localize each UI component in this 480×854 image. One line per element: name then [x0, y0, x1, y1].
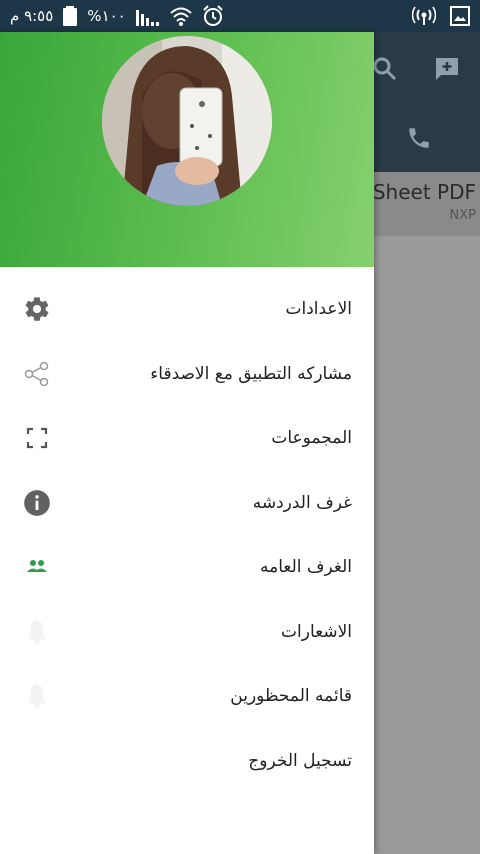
menu-item-share-app[interactable]: مشاركه التطبيق مع الاصدقاء [0, 342, 374, 407]
avatar[interactable] [102, 36, 272, 206]
drawer-header [0, 32, 374, 267]
new-chat-icon[interactable] [434, 56, 460, 86]
hotspot-icon [412, 6, 436, 26]
bell-icon [22, 617, 52, 647]
menu-item-label: الاشعارات [281, 621, 352, 642]
menu-item-label: الغرف العامه [259, 557, 352, 578]
menu-item-label: مشاركه التطبيق مع الاصدقاء [150, 363, 352, 384]
menu-item-notifications[interactable]: الاشعارات [0, 600, 374, 665]
alarm-icon [202, 5, 224, 27]
signal-icon [135, 6, 160, 26]
battery-icon [63, 6, 78, 26]
menu-item-groups[interactable]: المجموعات [0, 406, 374, 471]
menu-item-label: المجموعات [271, 428, 352, 449]
share-icon [22, 359, 52, 389]
menu-item-label: تسجيل الخروج [248, 750, 352, 771]
fullscreen-icon [22, 423, 52, 453]
menu-item-settings[interactable]: الاعدادات [0, 277, 374, 342]
bell-icon [22, 681, 52, 711]
menu-item-block-list[interactable]: قائمه المحظورين [0, 664, 374, 729]
battery-percent: %١٠٠ [87, 7, 126, 25]
background-list-item: Sheet PDF NXP [372, 172, 480, 236]
menu-item-label: غرف الدردشه [252, 492, 352, 513]
status-bar: ٩:٥٥ م %١٠٠ [0, 0, 480, 32]
drawer-menu: الاعدادات مشاركه التطبيق مع الاصدقاء الم… [0, 277, 374, 793]
phone-icon[interactable] [406, 125, 432, 155]
gear-icon [22, 294, 52, 324]
people-icon [22, 552, 52, 582]
list-item-subtitle: NXP [449, 208, 476, 223]
navigation-drawer: الاعدادات مشاركه التطبيق مع الاصدقاء الم… [0, 32, 374, 854]
status-time: ٩:٥٥ م [10, 7, 54, 25]
info-icon [22, 488, 52, 518]
menu-item-logout[interactable]: تسجيل الخروج [0, 729, 374, 794]
search-icon[interactable] [372, 56, 398, 86]
logout-icon [22, 746, 52, 776]
wifi-icon [170, 6, 192, 26]
list-item-title: Sheet PDF [372, 180, 476, 204]
menu-item-label: الاعدادات [285, 299, 352, 320]
gallery-icon [450, 6, 470, 26]
menu-item-label: قائمه المحظورين [230, 686, 352, 707]
menu-item-public-rooms[interactable]: الغرف العامه [0, 535, 374, 600]
menu-item-chat-rooms[interactable]: غرف الدردشه [0, 471, 374, 536]
